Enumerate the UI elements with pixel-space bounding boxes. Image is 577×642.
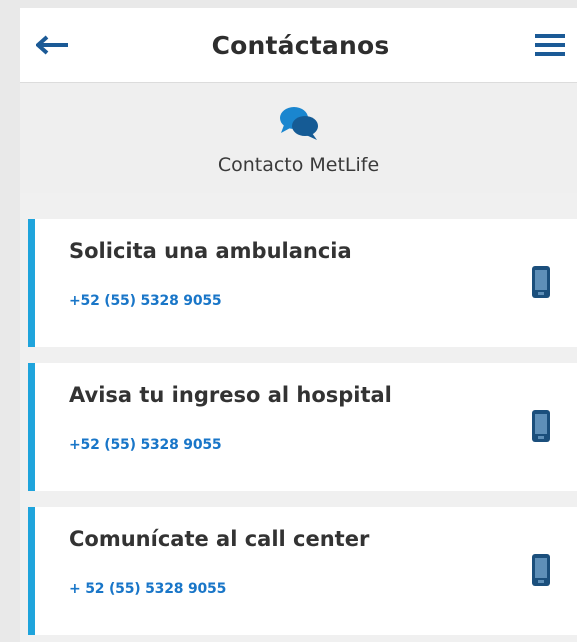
- menu-button[interactable]: [525, 25, 565, 65]
- mobile-phone-icon[interactable]: [531, 553, 551, 587]
- chat-bubbles-icon: [279, 107, 318, 140]
- mobile-phone-icon[interactable]: [531, 409, 551, 443]
- page-title: Contáctanos: [211, 30, 390, 60]
- contact-card-hospital[interactable]: Avisa tu ingreso al hospital +52 (55) 53…: [28, 363, 577, 491]
- mobile-phone-icon[interactable]: [531, 265, 551, 299]
- section-label: Contacto MetLife: [217, 154, 380, 176]
- contact-list: Solicita una ambulancia +52 (55) 5328 90…: [20, 193, 577, 635]
- contact-screen: Contáctanos Contacto MetLife Solicita un…: [20, 8, 577, 642]
- contact-card-call-center[interactable]: Comunícate al call center + 52 (55) 5328…: [28, 507, 577, 635]
- contact-phone-link[interactable]: +52 (55) 5328 9055: [69, 437, 222, 453]
- contact-phone-link[interactable]: + 52 (55) 5328 9055: [69, 581, 226, 597]
- contact-section-header: Contacto MetLife: [20, 83, 577, 193]
- back-button[interactable]: [36, 25, 76, 65]
- contact-title: Comunícate al call center: [69, 527, 370, 551]
- contact-title: Avisa tu ingreso al hospital: [69, 383, 392, 407]
- contact-card-ambulance[interactable]: Solicita una ambulancia +52 (55) 5328 90…: [28, 219, 577, 347]
- app-header: Contáctanos: [20, 8, 577, 83]
- hamburger-menu-icon: [535, 34, 565, 56]
- contact-title: Solicita una ambulancia: [69, 239, 352, 263]
- contact-phone-link[interactable]: +52 (55) 5328 9055: [69, 293, 222, 309]
- arrow-left-icon: [36, 35, 68, 55]
